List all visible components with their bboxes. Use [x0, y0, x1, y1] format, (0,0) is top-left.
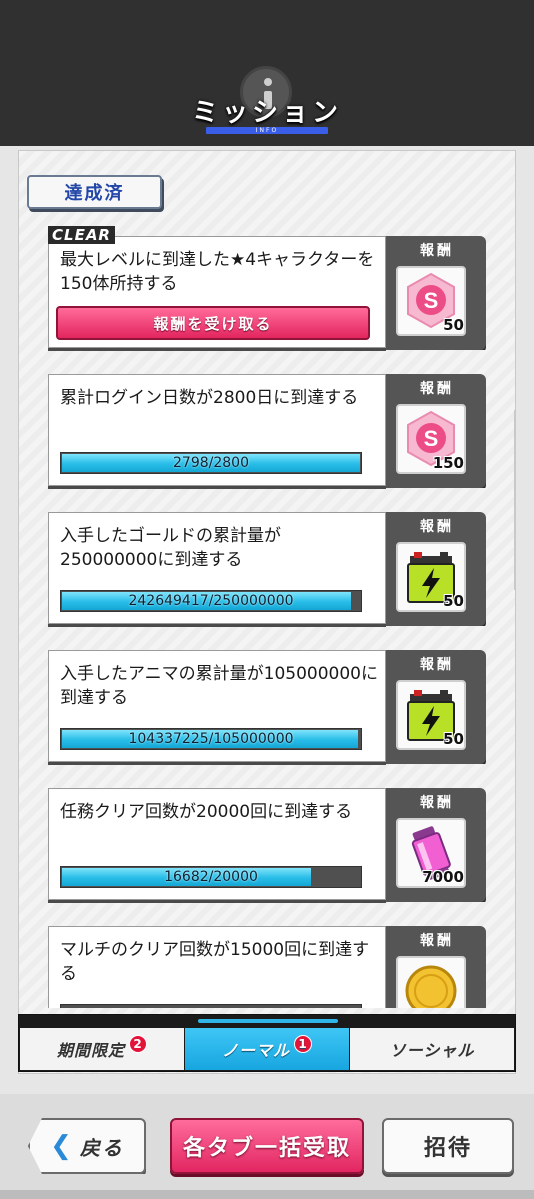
gold-coin-icon — [396, 956, 466, 1008]
notification-badge: 1 — [294, 1035, 312, 1053]
mission-description: 最大レベルに到達した★4キャラクターを150体所持する — [60, 250, 375, 294]
reward-label: 報酬 — [420, 795, 454, 811]
progress-bar: 242649417/250000000 — [60, 590, 362, 612]
progress-text: 242649417/250000000 — [128, 593, 294, 609]
list-item: マルチのクリア回数が15000回に到達する 報酬 — [48, 926, 486, 1008]
reward-quantity: 7000 — [422, 868, 464, 886]
progress-bar: 16682/20000 — [60, 866, 362, 888]
page-title: ミッション — [191, 98, 342, 128]
chevron-left-icon: ❮ — [50, 1131, 74, 1161]
notification-badge: 2 — [129, 1035, 147, 1053]
footer-edge — [0, 1190, 534, 1199]
progress-bar: 2798/2800 — [60, 452, 362, 474]
progress-text: 16682/20000 — [164, 869, 258, 885]
tab-indicator — [198, 1019, 338, 1023]
reward-label: 報酬 — [420, 381, 454, 397]
mission-description: 入手したゴールドの累計量が250000000に到達する — [60, 526, 281, 570]
progress-bar — [60, 1004, 362, 1008]
tab-label: ソーシャル — [389, 1041, 475, 1060]
list-item: CLEAR 最大レベルに到達した★4キャラクターを150体所持する 報酬を受け取… — [48, 226, 486, 354]
progress-text: 104337225/105000000 — [128, 731, 294, 747]
mission-list[interactable]: CLEAR 最大レベルに到達した★4キャラクターを150体所持する 報酬を受け取… — [18, 222, 516, 1008]
reward-label: 報酬 — [420, 933, 454, 949]
list-item: 入手したゴールドの累計量が250000000に到達する 242649417/25… — [48, 512, 486, 630]
tab-label: 期間限定 — [56, 1041, 125, 1060]
progress-bar: 104337225/105000000 — [60, 728, 362, 750]
tab-normal[interactable]: ノーマル 1 — [185, 1028, 349, 1070]
mission-description: 入手したアニマの累計量が105000000に到達する — [60, 664, 379, 708]
back-label: 戻る — [79, 1135, 124, 1160]
clear-stamp: CLEAR — [48, 226, 115, 244]
tab-label: ノーマル — [221, 1041, 290, 1060]
mission-description: マルチのクリア回数が15000回に到達する — [60, 940, 370, 984]
tab-limited[interactable]: 期間限定 2 — [20, 1028, 184, 1070]
scrollbar[interactable] — [514, 410, 516, 590]
section-label-completed: 達成済 — [27, 175, 162, 209]
reward-label: 報酬 — [420, 243, 454, 259]
mission-description: 任務クリア回数が20000回に到達する — [60, 802, 353, 822]
list-item: 入手したアニマの累計量が105000000に到達する 104337225/105… — [48, 650, 486, 768]
list-item: 任務クリア回数が20000回に到達する 16682/20000 報酬 7000 — [48, 788, 486, 906]
list-item: 累計ログイン日数が2800日に到達する 2798/2800 報酬 S 150 — [48, 374, 486, 492]
reward-label: 報酬 — [420, 519, 454, 535]
reward-label: 報酬 — [420, 657, 454, 673]
invite-button[interactable]: 招待 — [382, 1118, 514, 1174]
back-button[interactable]: ❮ 戻る — [28, 1118, 146, 1174]
progress-text: 2798/2800 — [173, 455, 249, 471]
claim-reward-button[interactable]: 報酬を受け取る — [56, 306, 370, 340]
claim-all-button[interactable]: 各タブ一括受取 — [170, 1118, 364, 1174]
reward-quantity: 50 — [443, 730, 464, 748]
reward-quantity: 50 — [443, 316, 464, 334]
tab-social[interactable]: ソーシャル — [350, 1028, 514, 1070]
svg-text:S: S — [424, 426, 439, 451]
page-subtitle: INFO — [255, 127, 279, 134]
reward-quantity: 50 — [443, 592, 464, 610]
svg-text:S: S — [424, 288, 439, 313]
mission-description: 累計ログイン日数が2800日に到達する — [60, 388, 359, 408]
reward-quantity: 150 — [432, 454, 464, 472]
